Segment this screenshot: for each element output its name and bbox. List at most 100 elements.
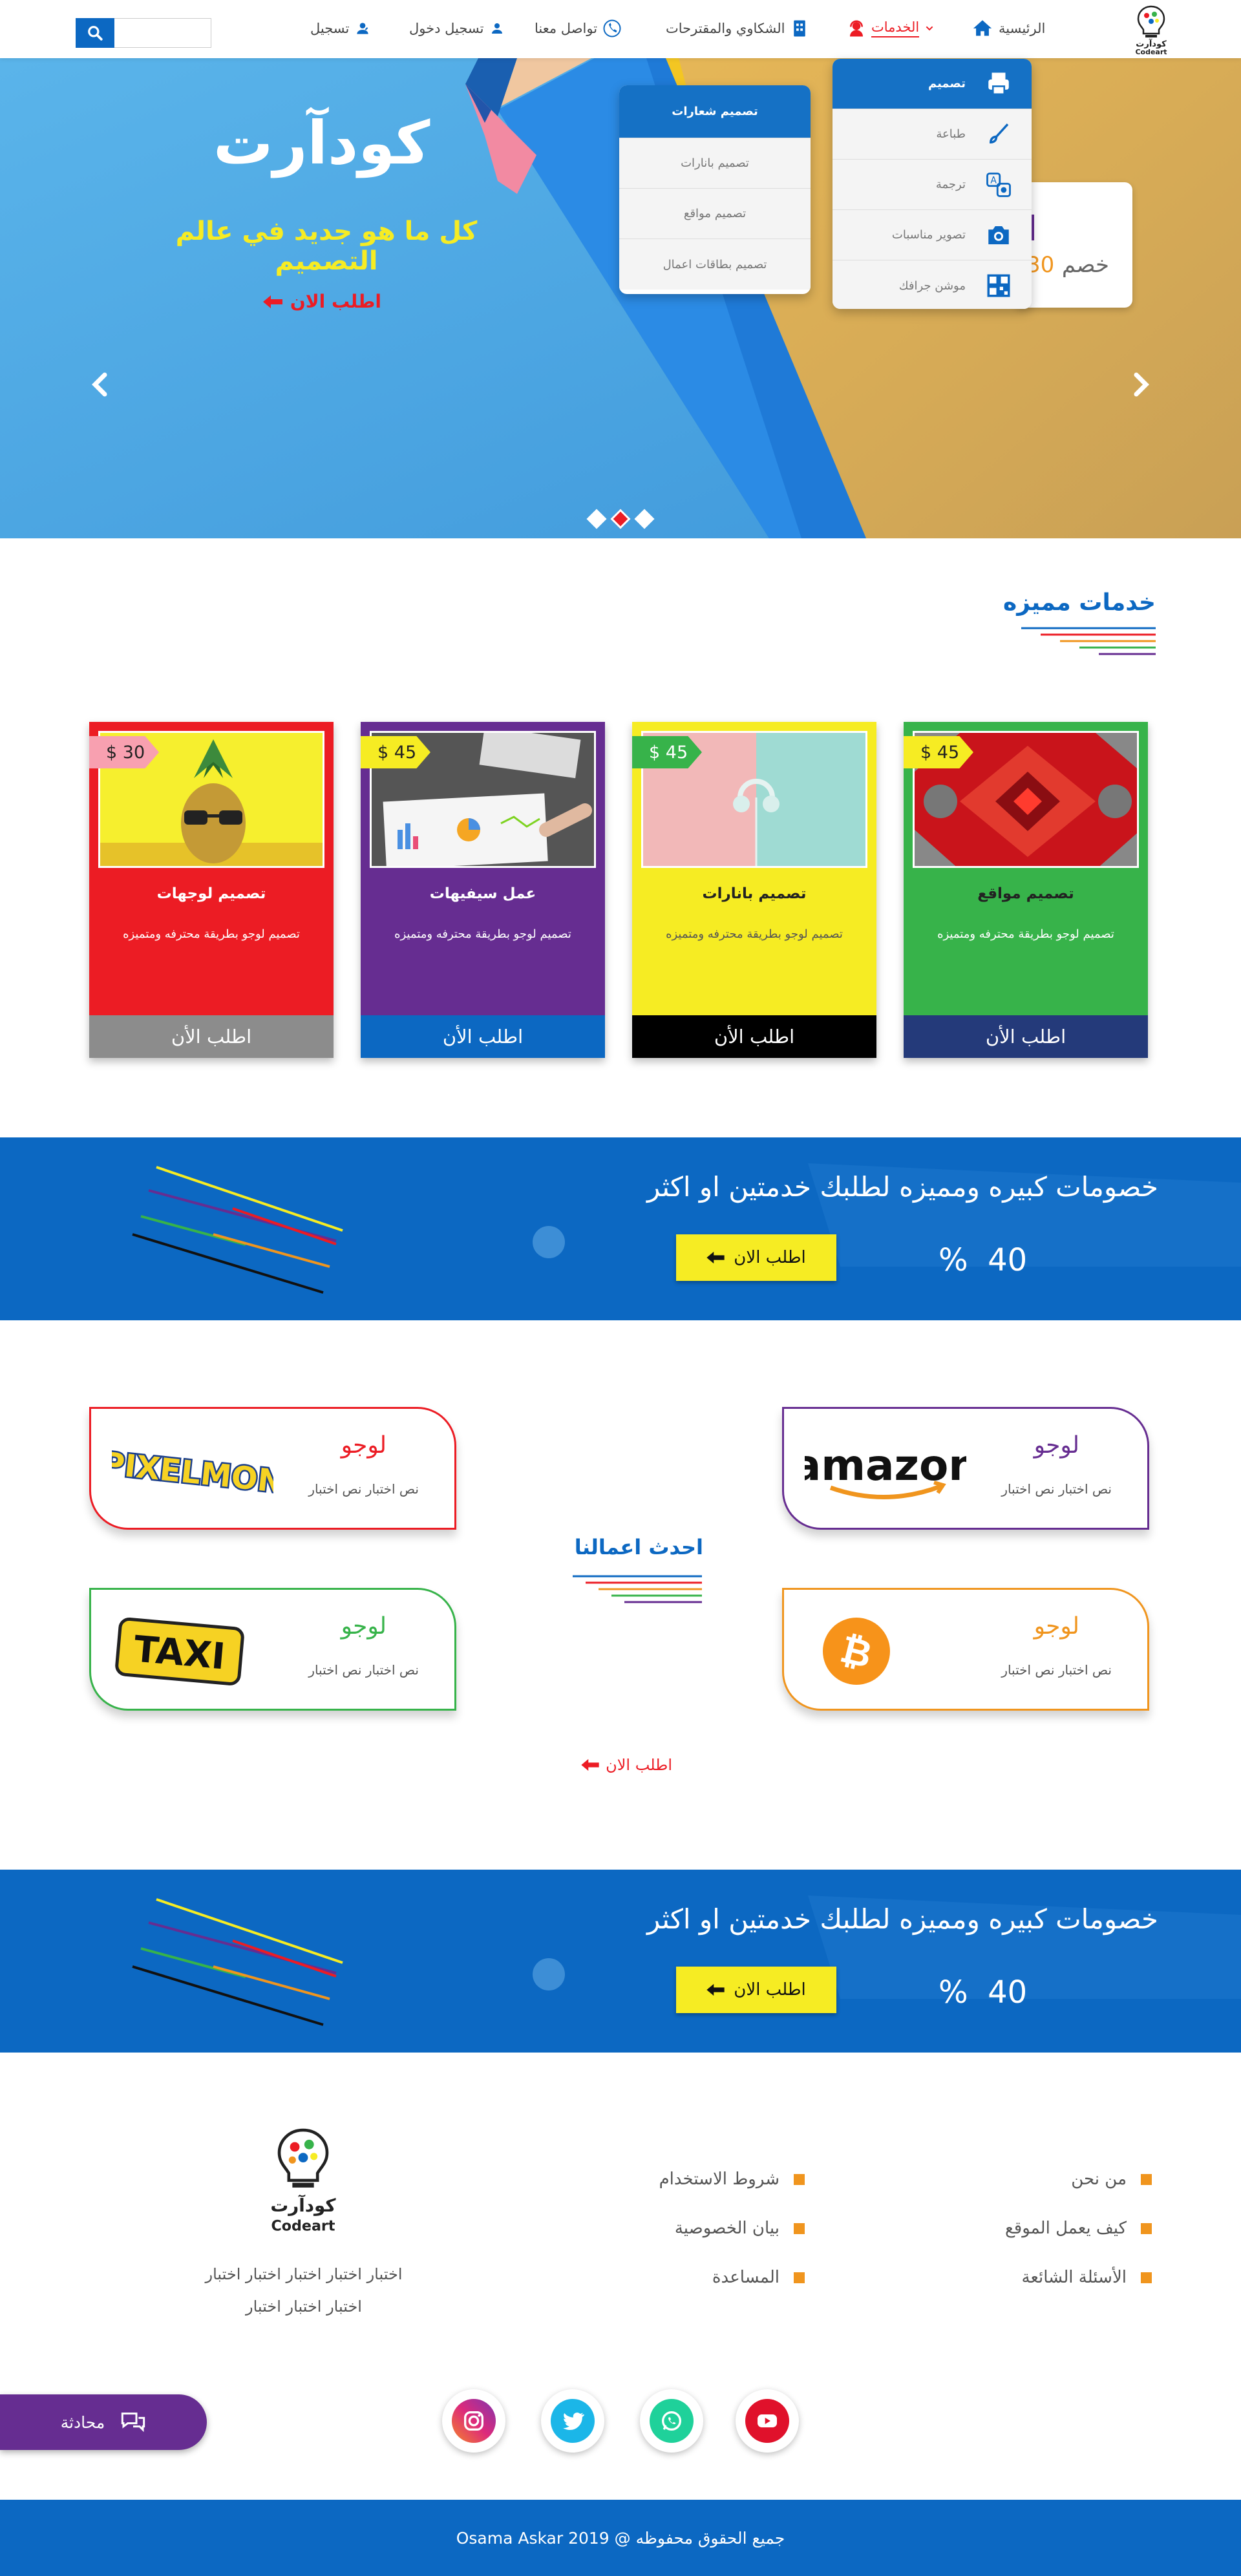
nav-contact[interactable]: تواصل معنا [535,17,622,40]
work-description: نص اختبار نص اختبار [308,1662,419,1678]
social-twitter-circle [551,2399,595,2443]
service-card-banners[interactable]: $ 45 تصميم بانارات تصميم لوجو بطريقة محت… [632,722,876,1058]
discount-percent: % 40 [939,1974,1027,2011]
discount-banner-1: خصومات كبيره ومميزه لطلبك خدمتين او اكثر… [0,1137,1241,1320]
logo-text-ar: كودآرت [270,2194,336,2216]
footer-link-how-it-works[interactable]: كيف يعمل الموقع [1005,2219,1152,2238]
heading-underline [573,1575,702,1603]
design-submenu-item[interactable]: تصميم شعارات [619,85,811,138]
work-card-taxi[interactable]: لوجو نص اختبار نص اختبار TAXI [89,1588,456,1711]
price-value: $ 45 [649,742,688,763]
discount-cta-button[interactable]: اطلب الان [676,1234,836,1281]
work-description: نص اختبار نص اختبار [1001,1662,1112,1678]
bullet-square [1141,2173,1152,2185]
social-twitter[interactable] [541,2389,604,2453]
nav-complaints[interactable]: الشكاوي والمقترحات [666,17,809,40]
home-icon [973,20,992,36]
support-agent-icon [850,20,863,37]
service-card-logos[interactable]: $ 30 تصميم لوجهات تصميم لوجو بطريقة محتر… [89,722,334,1058]
price-value: $ 45 [920,742,960,763]
discount-cta-button[interactable]: اطلب الان [676,1967,836,2013]
discount-text: خصومات كبيره ومميزه لطلبك خدمتين او اكثر [647,1171,1158,1203]
youtube-icon [758,2414,777,2427]
services-menu-item-photography[interactable]: تصوير مناسبات [833,210,1032,260]
card-title: تصميم لوجهات [156,885,266,902]
social-youtube[interactable] [736,2389,799,2453]
social-instagram[interactable] [442,2389,505,2453]
work-card-pixelmon[interactable]: لوجو نص اختبار نص اختبار PIXELMON [89,1407,456,1530]
search-button[interactable] [76,18,114,48]
order-button[interactable]: اطلب الأن [632,1015,876,1058]
nav-services-label: الخدمات [871,19,920,37]
services-menu-item-motion[interactable]: موشن جرافك [833,260,1032,309]
services-menu-item-print[interactable]: طباعة [833,109,1032,160]
percent-sign: % [939,1242,968,1278]
amazon-logo-text: amazon [805,1441,966,1490]
discount-banner-2: خصومات كبيره ومميزه لطلبك خدمتين او اكثر… [0,1870,1241,2053]
design-submenu-item[interactable]: تصميم بطاقات اعمال [619,239,811,290]
social-whatsapp-circle [650,2399,694,2443]
services-menu-item-design[interactable]: تصميم [833,59,1032,109]
service-card-websites[interactable]: $ 45 تصميم مواقع تصميم لوجو بطريقة محترف… [904,722,1148,1058]
instagram-icon [464,2411,483,2431]
search-input[interactable] [114,18,211,48]
discount-percent: % 40 [939,1242,1027,1278]
order-button[interactable]: اطلب الأن [89,1015,334,1058]
work-card-bitcoin[interactable]: لوجو نص اختبار نص اختبار ₿ [782,1588,1149,1711]
footer-link-label: من نحن [1071,2170,1127,2189]
whatsapp-icon [662,2411,681,2431]
site-logo[interactable]: كودآرت Codeart [1129,3,1174,56]
chevron-left-icon [92,372,107,397]
work-title: لوجو [1034,1613,1079,1640]
printer-icon [988,72,1009,95]
social-whatsapp[interactable] [640,2389,703,2453]
work-description: نص اختبار نص اختبار [308,1481,419,1497]
bitcoin-logo: ₿ [823,1618,890,1685]
footer-link-faq[interactable]: الأسئلة الشائعة [1022,2268,1152,2287]
nav-complaints-label: الشكاوي والمقترحات [666,21,785,36]
hero-cta[interactable]: اطلب الان [252,291,381,312]
phone-icon [603,19,621,37]
taxi-logo-text: TAXI [133,1628,227,1678]
bullet-square [1141,2272,1152,2283]
slider-next-arrow[interactable] [1125,368,1157,401]
hero-cta-label: اطلب الان [290,291,381,312]
order-button[interactable]: اطلب الأن [361,1015,605,1058]
chat-button[interactable]: محادثة [0,2394,207,2450]
footer-link-terms[interactable]: شروط الاستخدام [659,2170,805,2189]
design-submenu-item[interactable]: تصميم مواقع [619,189,811,239]
nav-register[interactable]: تسجيل [310,17,371,40]
nav-login[interactable]: تسجيل دخول [409,17,505,40]
search-icon [88,26,103,41]
qr-icon [987,274,1010,297]
work-card-amazon[interactable]: لوجو نص اختبار نص اختبار amazon [782,1407,1149,1530]
works-cta[interactable]: اطلب الان [569,1756,672,1774]
percent-sign: % [939,1974,968,2011]
order-button[interactable]: اطلب الأن [904,1015,1148,1058]
footer-link-about[interactable]: من نحن [1071,2170,1152,2189]
price-value: $ 30 [106,742,145,763]
chevron-right-icon [1134,372,1149,397]
services-menu-item-translate[interactable]: A ترجمة [833,160,1032,210]
percent-value: 40 [988,1242,1028,1278]
footer-link-privacy[interactable]: بيان الخصوصية [675,2219,805,2238]
design-submenu-item[interactable]: تصميم بانارات [619,138,811,189]
social-youtube-circle [745,2399,789,2443]
heading-underline [1021,627,1156,655]
lightbulb-logo-icon: كودآرت Codeart [270,2128,336,2235]
services-menu-label: موشن جرافك [898,279,966,293]
card-description: تصميم لوجو بطريقة محترفه ومتميزه [937,927,1114,941]
card-title: تصميم بانارات [702,885,807,902]
nav-services[interactable]: الخدمات [847,17,935,40]
nav-home[interactable]: الرئيسية [971,17,1045,40]
slider-prev-arrow[interactable] [84,368,116,401]
bullet-square [1141,2222,1152,2234]
works-heading: احدث اعمالنا [574,1535,703,1559]
hero-title: كودآرت [213,109,430,178]
footer-about-line-2: اختبار اختبار اختبار [246,2297,362,2316]
camera-icon [988,226,1009,244]
logo-text-en: Codeart [1135,48,1167,56]
translate-icon: A [986,172,1011,197]
footer-link-help[interactable]: المساعدة [712,2268,805,2287]
service-card-cvs[interactable]: $ 45 عمل سيفيهات تصميم لوجو بطريقة محترف… [361,722,605,1058]
